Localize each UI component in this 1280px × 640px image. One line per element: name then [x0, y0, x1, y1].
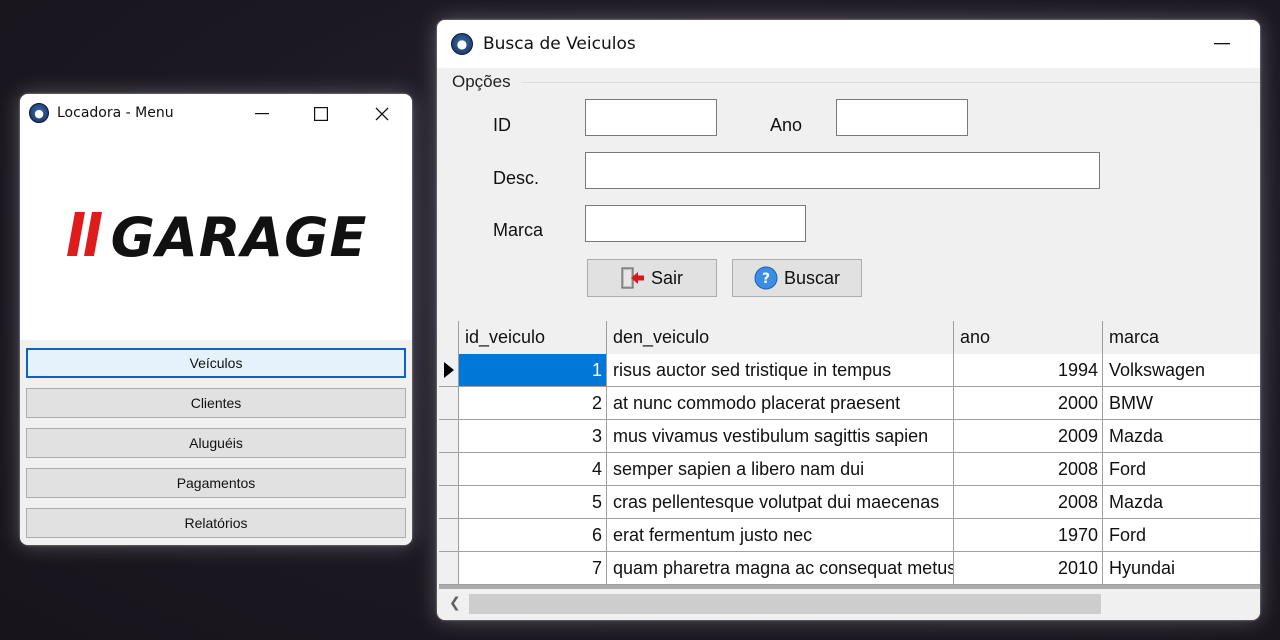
pagamentos-button[interactable]: Pagamentos	[26, 468, 406, 498]
cell-marca[interactable]: Ford	[1103, 453, 1260, 486]
desc-label: Desc.	[493, 168, 540, 188]
row-indicator-cell[interactable]	[439, 420, 459, 453]
cell-id[interactable]: 2	[459, 387, 607, 420]
maximize-icon[interactable]	[291, 94, 351, 134]
cell-id[interactable]: 5	[459, 486, 607, 519]
cell-den[interactable]: risus auctor sed tristique in tempus	[607, 354, 954, 387]
cell-ano[interactable]: 2008	[954, 486, 1103, 519]
grid-header-row: id_veiculo den_veiculo ano marca	[439, 321, 1260, 355]
search-titlebar[interactable]: ● Busca de Veiculos	[437, 20, 1260, 68]
logo-text: GARAGE	[110, 205, 368, 269]
cell-id[interactable]: 7	[459, 552, 607, 585]
cell-id[interactable]: 1	[459, 354, 607, 387]
cell-ano[interactable]: 2009	[954, 420, 1103, 453]
table-row[interactable]: 1 risus auctor sed tristique in tempus 199…	[439, 354, 1260, 387]
table-row[interactable]: 3 mus vivamus vestibulum sagittis sapien 2…	[439, 420, 1260, 453]
row-indicator-cell[interactable]	[439, 552, 459, 585]
header-indicator-cell	[439, 321, 459, 355]
scroll-left-icon[interactable]: ❮	[449, 595, 461, 611]
relatorios-button[interactable]: Relatórios	[26, 508, 406, 538]
menu-window: ● Locadora - Menu GARAGE Veículos Client…	[20, 94, 412, 545]
cell-id[interactable]: 3	[459, 420, 607, 453]
menu-window-title: Locadora - Menu	[57, 105, 174, 121]
cell-ano[interactable]: 2010	[954, 552, 1103, 585]
ano-input[interactable]	[836, 99, 968, 136]
buscar-button[interactable]: ? Buscar	[732, 259, 862, 297]
marca-input[interactable]	[585, 205, 806, 242]
table-row[interactable]: 2 at nunc commodo placerat praesent 2000 BM…	[439, 387, 1260, 420]
cell-den[interactable]: quam pharetra magna ac consequat metus	[607, 552, 954, 585]
id-input[interactable]	[585, 99, 717, 136]
alugueis-button[interactable]: Aluguéis	[26, 428, 406, 458]
logo-slashes	[65, 206, 107, 269]
search-window: ● Busca de Veiculos Opções ID Ano Desc. …	[437, 20, 1260, 620]
cell-marca[interactable]: BMW	[1103, 387, 1260, 420]
cell-marca[interactable]: Mazda	[1103, 486, 1260, 519]
logo-area: GARAGE	[20, 132, 412, 340]
vehicle-grid[interactable]: id_veiculo den_veiculo ano marca 1 risus …	[439, 321, 1260, 620]
cell-den[interactable]: at nunc commodo placerat praesent	[607, 387, 954, 420]
cell-marca[interactable]: Ford	[1103, 519, 1260, 552]
ano-label: Ano	[770, 115, 803, 135]
row-indicator-cell[interactable]	[439, 453, 459, 486]
cell-marca[interactable]: Hyundai	[1103, 552, 1260, 585]
cell-ano[interactable]: 2000	[954, 387, 1103, 420]
table-row[interactable]: 4 semper sapien a libero nam dui 2008 Ford	[439, 453, 1260, 486]
cell-marca[interactable]: Mazda	[1103, 420, 1260, 453]
column-header-den[interactable]: den_veiculo	[607, 321, 954, 355]
groupbox-border	[521, 82, 1260, 83]
table-row[interactable]: 6 erat fermentum justo nec 1970 Ford	[439, 519, 1260, 552]
cell-den[interactable]: cras pellentesque volutpat dui maecenas	[607, 486, 954, 519]
row-indicator-cell[interactable]	[439, 387, 459, 420]
cell-den[interactable]: erat fermentum justo nec	[607, 519, 954, 552]
cell-ano[interactable]: 1994	[954, 354, 1103, 387]
row-indicator-cell[interactable]	[439, 519, 459, 552]
cell-marca[interactable]: Volkswagen	[1103, 354, 1260, 387]
app-paw-icon: ●	[451, 33, 473, 55]
exit-door-icon	[621, 267, 645, 289]
scroll-thumb[interactable]	[469, 594, 1101, 614]
column-header-id[interactable]: id_veiculo	[459, 321, 607, 355]
clientes-button[interactable]: Clientes	[26, 388, 406, 418]
sair-label: Sair	[650, 267, 683, 288]
minimize-icon[interactable]	[1192, 20, 1252, 68]
sair-button[interactable]: Sair	[587, 259, 717, 297]
grid-body: id_veiculo den_veiculo ano marca 1 risus …	[439, 321, 1260, 585]
svg-text:?: ?	[762, 271, 770, 287]
current-row-arrow-icon[interactable]	[439, 354, 459, 387]
search-window-title: Busca de Veiculos	[483, 34, 636, 54]
id-label: ID	[493, 115, 511, 135]
horizontal-scrollbar[interactable]: ❮	[439, 589, 1260, 620]
menu-button-panel: Veículos Clientes Aluguéis Pagamentos Re…	[20, 340, 412, 545]
buscar-label: Buscar	[783, 267, 841, 288]
table-row[interactable]: 7 quam pharetra magna ac consequat metus 2…	[439, 552, 1260, 585]
column-header-marca[interactable]: marca	[1103, 321, 1260, 355]
row-indicator-cell[interactable]	[439, 486, 459, 519]
veiculos-button[interactable]: Veículos	[26, 348, 406, 378]
cell-ano[interactable]: 1970	[954, 519, 1103, 552]
app-paw-icon: ●	[29, 103, 49, 123]
cell-den[interactable]: mus vivamus vestibulum sagittis sapien	[607, 420, 954, 453]
marca-label: Marca	[493, 220, 544, 240]
column-header-ano[interactable]: ano	[954, 321, 1103, 355]
help-question-icon: ?	[754, 266, 778, 290]
garage-logo: GARAGE	[65, 206, 368, 269]
menu-titlebar[interactable]: ● Locadora - Menu	[20, 94, 412, 132]
cell-den[interactable]: semper sapien a libero nam dui	[607, 453, 954, 486]
table-row[interactable]: 5 cras pellentesque volutpat dui maecenas…	[439, 486, 1260, 519]
cell-id[interactable]: 4	[459, 453, 607, 486]
options-group-title: Opções	[452, 72, 513, 92]
desc-input[interactable]	[585, 152, 1100, 189]
cell-ano[interactable]: 2008	[954, 453, 1103, 486]
close-icon[interactable]	[352, 94, 412, 134]
cell-id[interactable]: 6	[459, 519, 607, 552]
minimize-icon[interactable]	[232, 94, 292, 134]
